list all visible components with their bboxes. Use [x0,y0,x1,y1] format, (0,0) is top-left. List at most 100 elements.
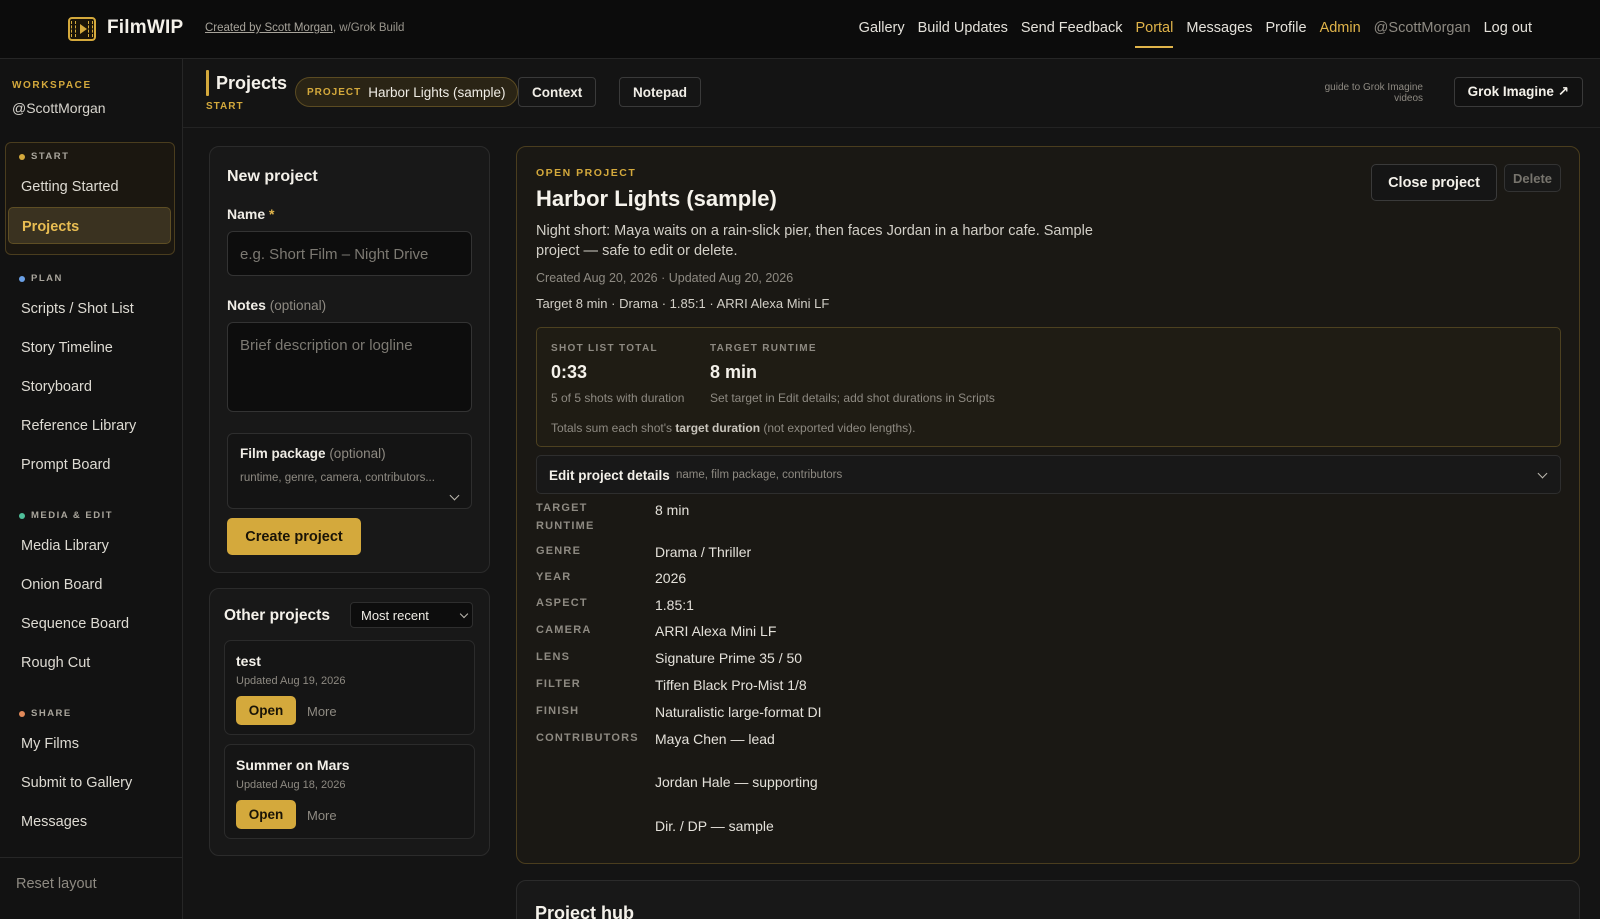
sidebar-item-reference-library[interactable]: Reference Library [21,418,136,434]
project-pill[interactable]: PROJECT Harbor Lights (sample) [295,77,518,107]
sidebar-item-my-films[interactable]: My Films [21,736,79,752]
detail-value-year: 2026 [655,570,687,586]
context-button[interactable]: Context [518,77,597,107]
target-runtime-hint: Set target in Edit details; add shot dur… [710,391,995,405]
title-accent-bar [206,70,209,96]
section-plan-label: PLAN [31,273,63,284]
open-project-eyebrow: OPEN PROJECT [536,167,637,179]
edit-project-details-toggle[interactable]: Edit project details name, film package,… [536,455,1561,494]
sidebar-item-getting-started[interactable]: Getting Started [21,179,119,195]
film-package-label-text: Film package [240,446,326,461]
nav-portal[interactable]: Portal [1135,20,1173,48]
detail-label-genre: GENRE [536,545,582,557]
detail-label-target-runtime-1: TARGET [536,502,588,514]
detail-value-finish: Naturalistic large-format DI [655,704,822,720]
sidebar-item-scripts[interactable]: Scripts / Shot List [21,301,134,317]
nav-gallery[interactable]: Gallery [859,20,905,36]
nav-messages[interactable]: Messages [1186,20,1252,36]
target-runtime-value: 8 min [710,362,758,382]
notes-optional: (optional) [269,298,327,313]
nav-admin[interactable]: Admin [1320,20,1361,36]
contributor-item: Maya Chen — lead [655,731,775,747]
new-project-title: New project [227,168,318,185]
shot-total-hint: 5 of 5 shots with duration [551,391,685,405]
sidebar-item-sequence-board[interactable]: Sequence Board [21,616,129,632]
reset-layout-button[interactable]: Reset layout [16,876,97,892]
name-label: Name * [227,206,274,222]
sidebar-item-rough-cut[interactable]: Rough Cut [21,655,90,671]
sidebar-item-projects[interactable]: Projects [8,207,171,244]
top-bar: FilmWIP Created by Scott Morgan, w/Grok … [0,0,1600,59]
shot-total-value: 0:33 [551,362,588,382]
brand-name[interactable]: FilmWIP [107,17,183,39]
detail-value-aspect: 1.85:1 [655,597,694,613]
nav-build-updates[interactable]: Build Updates [918,20,1008,36]
project-pill-label: PROJECT [307,86,362,98]
create-project-button[interactable]: Create project [227,518,361,555]
open-project-button[interactable]: Open [236,800,296,829]
sidebar-item-story-timeline[interactable]: Story Timeline [21,340,113,356]
chevron-down-icon [449,490,460,501]
project-card-date: Updated Aug 19, 2026 [236,675,346,687]
film-logo-icon[interactable] [68,17,96,41]
detail-value-camera: ARRI Alexa Mini LF [655,623,777,639]
workspace-label: WORKSPACE [12,80,92,91]
film-package-hint: runtime, genre, camera, contributors... [240,472,435,484]
media-dot-icon [19,512,25,519]
plan-dot-icon [19,275,25,282]
new-project-panel: New project Name * e.g. Short Film – Nig… [209,146,490,573]
open-project-dates: Created Aug 20, 2026 · Updated Aug 20, 2… [536,271,794,285]
stats-box: SHOT LIST TOTAL 0:33 5 of 5 shots with d… [536,327,1561,447]
open-project-button[interactable]: Open [236,696,296,725]
grok-guide-text[interactable]: guide to Grok Imagine videos [1325,82,1423,104]
delete-button[interactable]: Delete [1504,164,1561,192]
nav-logout[interactable]: Log out [1484,20,1532,36]
project-hub-title: Project hub [535,903,635,919]
chevron-down-icon [1537,468,1548,479]
detail-value-lens: Signature Prime 35 / 50 [655,650,803,666]
grok-guide-line-2: videos [1394,93,1423,104]
nav-profile[interactable]: Profile [1265,20,1306,36]
film-package-optional: (optional) [329,446,386,461]
more-button[interactable]: More [307,808,337,823]
notes-label-text: Notes [227,297,266,313]
shot-total-label: SHOT LIST TOTAL [551,343,658,354]
totals-note-post: (not exported video lengths). [760,421,916,435]
sidebar-item-storyboard[interactable]: Storyboard [21,379,92,395]
section-media-label: MEDIA & EDIT [31,510,114,521]
open-project-summary: Target 8 min · Drama · 1.85:1 · ARRI Ale… [536,296,830,311]
main-nav: Gallery Build Updates Send Feedback Port… [859,20,1532,48]
credit-suffix: , w/Grok Build [332,22,405,34]
notepad-button[interactable]: Notepad [619,77,701,107]
sidebar-item-onion-board[interactable]: Onion Board [21,577,102,593]
more-button[interactable]: More [307,704,337,719]
notes-label: Notes (optional) [227,297,326,313]
project-name-input[interactable]: e.g. Short Film – Night Drive [227,231,472,276]
grok-imagine-button[interactable]: Grok Imagine ↗ [1453,77,1583,107]
open-project-panel: OPEN PROJECT Harbor Lights (sample) Nigh… [516,146,1580,864]
project-card-date: Updated Aug 18, 2026 [236,779,346,791]
other-projects-title: Other projects [224,607,330,624]
sidebar-item-media-library[interactable]: Media Library [21,538,109,554]
sidebar-item-submit-gallery[interactable]: Submit to Gallery [21,775,132,791]
grok-guide-line-1: guide to Grok Imagine [1324,82,1423,93]
workspace-handle: @ScottMorgan [12,100,106,116]
sidebar-item-prompt-board[interactable]: Prompt Board [21,457,110,473]
credit-link[interactable]: Created by Scott Morgan [205,22,333,34]
close-project-button[interactable]: Close project [1371,164,1497,201]
project-notes-textarea[interactable]: Brief description or logline [227,322,472,412]
detail-value-target-runtime: 8 min [655,502,690,518]
totals-note-bold: target duration [675,421,761,435]
nav-send-feedback[interactable]: Send Feedback [1021,20,1123,36]
detail-label-year: YEAR [536,571,572,583]
sidebar-item-messages[interactable]: Messages [21,814,87,830]
required-marker: * [269,206,275,222]
totals-note-pre: Totals sum each shot's [551,421,676,435]
sort-select-value: Most recent [361,608,429,623]
target-runtime-label: TARGET RUNTIME [710,343,817,354]
start-dot-icon [19,153,25,160]
other-projects-panel: Other projects Most recent test Updated … [209,588,490,856]
totals-note: Totals sum each shot's target duration (… [551,421,915,435]
film-package-dropdown[interactable]: Film package (optional) runtime, genre, … [227,433,472,509]
sort-select[interactable]: Most recent [350,602,473,628]
